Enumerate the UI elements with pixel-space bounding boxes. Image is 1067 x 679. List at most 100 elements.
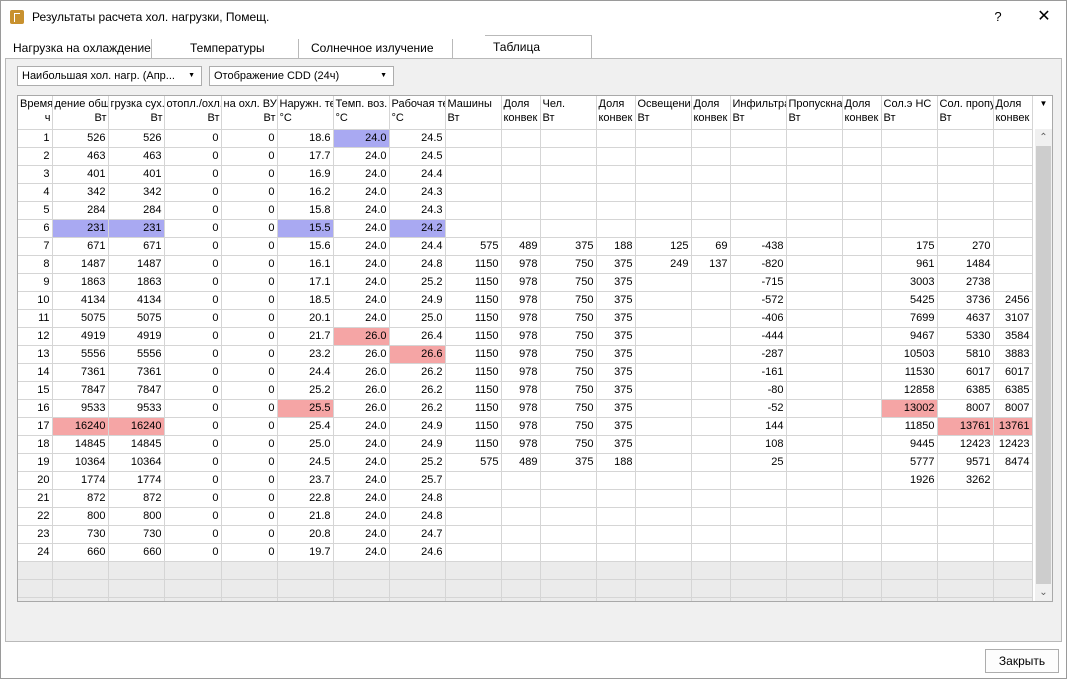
table-cell[interactable]: 0 <box>164 489 222 508</box>
table-cell[interactable] <box>596 471 636 490</box>
table-cell[interactable] <box>635 399 692 418</box>
table-cell[interactable] <box>445 507 502 526</box>
table-cell[interactable]: 21 <box>18 489 53 508</box>
table-cell[interactable]: 2456 <box>993 291 1033 310</box>
table-cell[interactable]: 24.0 <box>333 237 390 256</box>
table-cell[interactable]: 26.0 <box>333 399 390 418</box>
close-icon[interactable]: ✕ <box>1031 5 1057 29</box>
table-cell[interactable]: 730 <box>108 525 165 544</box>
table-cell[interactable]: 1150 <box>445 399 502 418</box>
table-cell[interactable]: 24.0 <box>333 129 390 148</box>
table-cell[interactable] <box>691 291 731 310</box>
table-cell[interactable] <box>786 219 843 238</box>
table-cell[interactable] <box>691 471 731 490</box>
table-cell[interactable]: 0 <box>164 255 222 274</box>
table-cell[interactable] <box>635 381 692 400</box>
table-cell[interactable] <box>786 165 843 184</box>
table-cell[interactable]: 25.4 <box>277 417 334 436</box>
table-cell[interactable] <box>691 309 731 328</box>
table-cell[interactable] <box>786 363 843 382</box>
table-cell[interactable]: 0 <box>164 183 222 202</box>
table-cell[interactable] <box>786 543 843 562</box>
table-cell[interactable]: 22 <box>18 507 53 526</box>
table-cell[interactable]: 489 <box>501 237 541 256</box>
table-cell[interactable]: 6385 <box>993 381 1033 400</box>
table-cell[interactable]: -406 <box>730 309 787 328</box>
table-cell[interactable]: 14845 <box>52 435 109 454</box>
table-cell[interactable]: 14845 <box>108 435 165 454</box>
table-cell[interactable]: 24.4 <box>389 237 446 256</box>
table-cell[interactable] <box>635 471 692 490</box>
table-cell[interactable]: 15 <box>18 381 53 400</box>
table-cell[interactable]: 1926 <box>881 471 938 490</box>
table-row[interactable]: 23 730 730 0 0 20.8 24.0 24.7 <box>18 525 1033 544</box>
table-cell[interactable] <box>501 129 541 148</box>
table-cell[interactable] <box>445 543 502 562</box>
table-cell[interactable] <box>691 543 731 562</box>
table-cell[interactable]: 750 <box>540 327 597 346</box>
table-cell[interactable]: 26.2 <box>389 381 446 400</box>
table-cell[interactable]: 24.0 <box>333 255 390 274</box>
table-cell[interactable] <box>540 507 597 526</box>
table-cell[interactable] <box>635 507 692 526</box>
table-cell[interactable]: 24.3 <box>389 201 446 220</box>
table-cell[interactable] <box>881 165 938 184</box>
table-cell[interactable]: 69 <box>691 237 731 256</box>
table-cell[interactable]: 0 <box>221 453 278 472</box>
table-cell[interactable] <box>730 507 787 526</box>
table-cell[interactable]: 24.0 <box>333 291 390 310</box>
table-cell[interactable] <box>540 471 597 490</box>
table-cell[interactable] <box>937 201 994 220</box>
table-cell[interactable] <box>993 237 1033 256</box>
table-cell[interactable] <box>501 165 541 184</box>
table-cell[interactable]: 188 <box>596 453 636 472</box>
table-cell[interactable] <box>691 363 731 382</box>
table-cell[interactable] <box>993 129 1033 148</box>
table-cell[interactable]: 10364 <box>52 453 109 472</box>
table-row[interactable]: 18 14845 14845 0 0 25.0 24.0 24.9 1150 978 750 375 1… <box>18 435 1033 454</box>
table-cell[interactable]: 0 <box>221 489 278 508</box>
table-cell[interactable]: 7 <box>18 237 53 256</box>
table-cell[interactable]: 1150 <box>445 273 502 292</box>
table-cell[interactable] <box>635 435 692 454</box>
table-cell[interactable]: 3883 <box>993 345 1033 364</box>
table-cell[interactable] <box>842 345 882 364</box>
table-cell[interactable]: 9 <box>18 273 53 292</box>
table-cell[interactable]: 8474 <box>993 453 1033 472</box>
column-header[interactable]: Машины Вт <box>445 96 502 130</box>
table-cell[interactable]: 1150 <box>445 291 502 310</box>
table-cell[interactable] <box>993 219 1033 238</box>
table-cell[interactable]: 24.0 <box>333 471 390 490</box>
table-cell[interactable]: 16240 <box>108 417 165 436</box>
table-cell[interactable] <box>842 417 882 436</box>
table-cell[interactable]: 12 <box>18 327 53 346</box>
table-cell[interactable] <box>786 507 843 526</box>
table-row[interactable]: 14 7361 7361 0 0 24.4 26.0 26.2 1150 978 750 375 -16… <box>18 363 1033 382</box>
table-row[interactable]: 24 660 660 0 0 19.7 24.0 24.6 <box>18 543 1033 562</box>
table-cell[interactable]: 671 <box>108 237 165 256</box>
table-cell[interactable]: 16.1 <box>277 255 334 274</box>
table-cell[interactable]: 175 <box>881 237 938 256</box>
table-cell[interactable]: 3003 <box>881 273 938 292</box>
table-cell[interactable] <box>881 129 938 148</box>
table-cell[interactable]: 231 <box>52 219 109 238</box>
display-select[interactable]: Отображение CDD (24ч) ▼ <box>209 66 394 86</box>
table-cell[interactable] <box>691 453 731 472</box>
table-cell[interactable]: 0 <box>221 183 278 202</box>
table-cell[interactable]: 1 <box>18 129 53 148</box>
table-cell[interactable]: 4919 <box>52 327 109 346</box>
table-cell[interactable]: 9467 <box>881 327 938 346</box>
table-cell[interactable] <box>842 255 882 274</box>
table-cell[interactable] <box>501 525 541 544</box>
table-cell[interactable]: 24.5 <box>277 453 334 472</box>
table-cell[interactable]: 0 <box>164 201 222 220</box>
table-cell[interactable]: 9533 <box>52 399 109 418</box>
table-cell[interactable] <box>635 309 692 328</box>
table-cell[interactable]: 0 <box>164 417 222 436</box>
table-cell[interactable]: 15.8 <box>277 201 334 220</box>
table-cell[interactable]: 5 <box>18 201 53 220</box>
table-cell[interactable]: 1150 <box>445 363 502 382</box>
table-cell[interactable] <box>786 273 843 292</box>
table-cell[interactable] <box>881 219 938 238</box>
table-cell[interactable]: 750 <box>540 345 597 364</box>
